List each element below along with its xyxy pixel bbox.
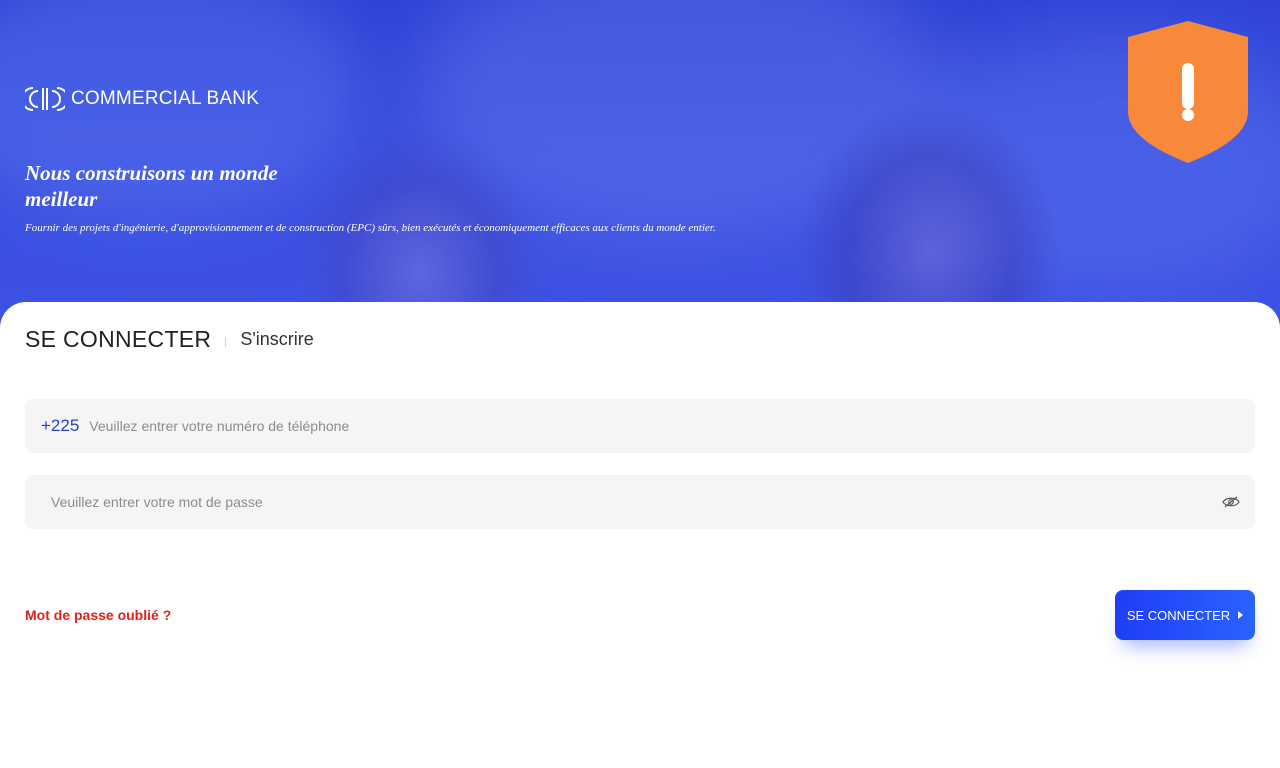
phone-field: +225 <box>25 399 1255 453</box>
auth-tabs: SE CONNECTER S'inscrire <box>25 326 314 353</box>
tab-divider <box>225 336 227 347</box>
login-card: SE CONNECTER S'inscrire +225 Mot de pass… <box>0 302 1280 768</box>
phone-prefix[interactable]: +225 <box>41 416 79 436</box>
brand-logo: COMMERCIAL BANK <box>25 84 259 114</box>
caret-right-icon <box>1238 611 1244 619</box>
login-submit-label: SE CONNECTER <box>1126 607 1231 623</box>
tab-register[interactable]: S'inscrire <box>240 329 313 350</box>
phone-input[interactable] <box>89 399 1255 453</box>
password-field <box>25 475 1255 529</box>
password-input[interactable] <box>51 475 1221 529</box>
bank-logo-icon <box>25 87 65 111</box>
hero-subline: Fournir des projets d'ingénierie, d'appr… <box>25 222 716 234</box>
login-submit-button[interactable]: SE CONNECTER <box>1115 590 1255 640</box>
eye-icon[interactable] <box>1221 492 1241 512</box>
shield-alert-icon <box>1128 21 1248 163</box>
hero-banner: COMMERCIAL BANK Nous construisons un mon… <box>0 0 1280 330</box>
forgot-password-link[interactable]: Mot de passe oublié ? <box>25 607 171 623</box>
hero-headline: Nous construisons un monde meilleur <box>25 161 278 211</box>
brand-name: COMMERCIAL BANK <box>71 88 260 109</box>
tab-login[interactable]: SE CONNECTER <box>25 326 211 353</box>
